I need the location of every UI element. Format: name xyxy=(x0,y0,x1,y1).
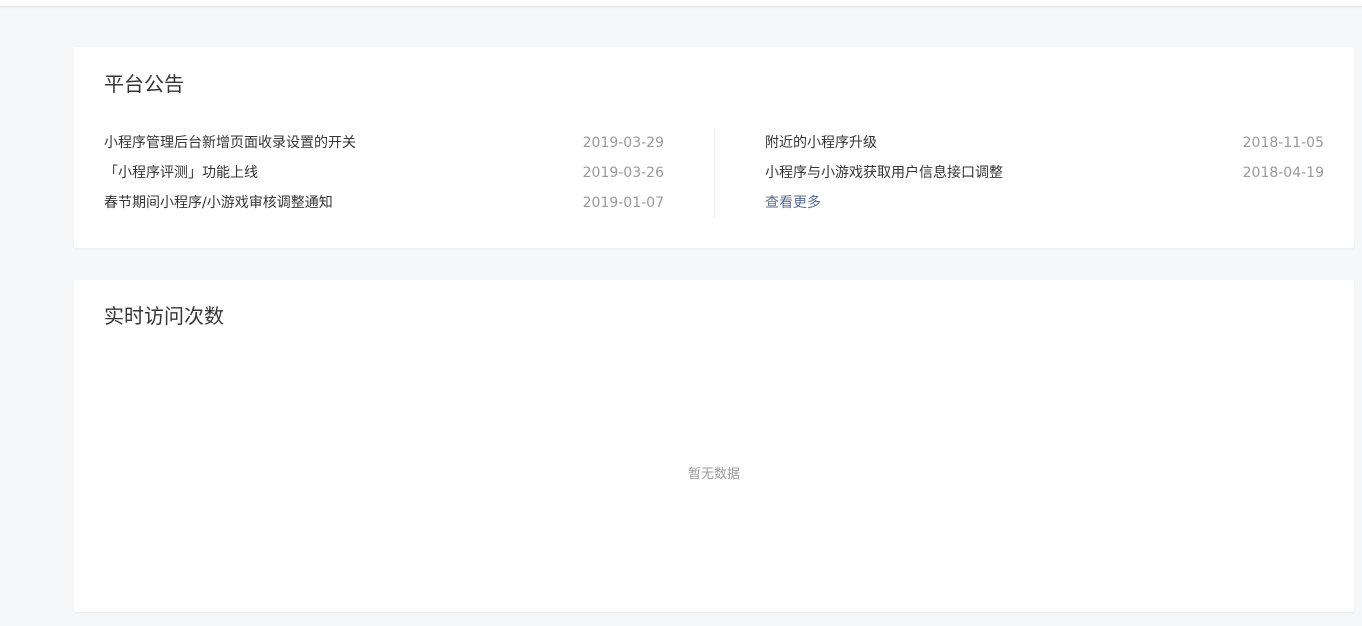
notice-item-title[interactable]: 「小程序评测」功能上线 xyxy=(104,158,258,188)
notice-item-date: 2018-04-19 xyxy=(1242,165,1324,181)
notice-title: 平台公告 xyxy=(104,72,184,96)
notice-item-title[interactable]: 小程序与小游戏获取用户信息接口调整 xyxy=(765,158,1003,188)
notice-list-left: 小程序管理后台新增页面收录设置的开关 2019-03-29 「小程序评测」功能上… xyxy=(104,128,664,218)
notice-more-row: 查看更多 xyxy=(765,188,1324,218)
notice-list-right: 附近的小程序升级 2018-11-05 小程序与小游戏获取用户信息接口调整 20… xyxy=(765,128,1324,218)
top-navbar xyxy=(0,0,1362,7)
empty-state-text: 暂无数据 xyxy=(687,467,740,482)
view-more-link[interactable]: 查看更多 xyxy=(765,188,821,218)
notice-item[interactable]: 「小程序评测」功能上线 2019-03-26 xyxy=(104,158,664,188)
platform-notice-card: 平台公告 小程序管理后台新增页面收录设置的开关 2019-03-29 「小程序评… xyxy=(74,47,1354,248)
notice-item[interactable]: 春节期间小程序/小游戏审核调整通知 2019-01-07 xyxy=(104,188,664,218)
notice-item[interactable]: 小程序与小游戏获取用户信息接口调整 2018-04-19 xyxy=(765,158,1324,188)
notice-item[interactable]: 附近的小程序升级 2018-11-05 xyxy=(765,128,1324,158)
notice-item-title[interactable]: 小程序管理后台新增页面收录设置的开关 xyxy=(104,128,356,158)
notice-item-title[interactable]: 附近的小程序升级 xyxy=(765,128,877,158)
notice-divider xyxy=(714,128,715,218)
realtime-visits-card: 实时访问次数 暂无数据 xyxy=(74,280,1354,612)
notice-item-date: 2019-01-07 xyxy=(582,195,664,211)
notice-item-date: 2019-03-29 xyxy=(582,135,664,151)
notice-item-date: 2018-11-05 xyxy=(1242,135,1324,151)
visits-title: 实时访问次数 xyxy=(104,304,224,328)
notice-item-title[interactable]: 春节期间小程序/小游戏审核调整通知 xyxy=(104,188,333,218)
notice-item-date: 2019-03-26 xyxy=(582,165,664,181)
notice-item[interactable]: 小程序管理后台新增页面收录设置的开关 2019-03-29 xyxy=(104,128,664,158)
